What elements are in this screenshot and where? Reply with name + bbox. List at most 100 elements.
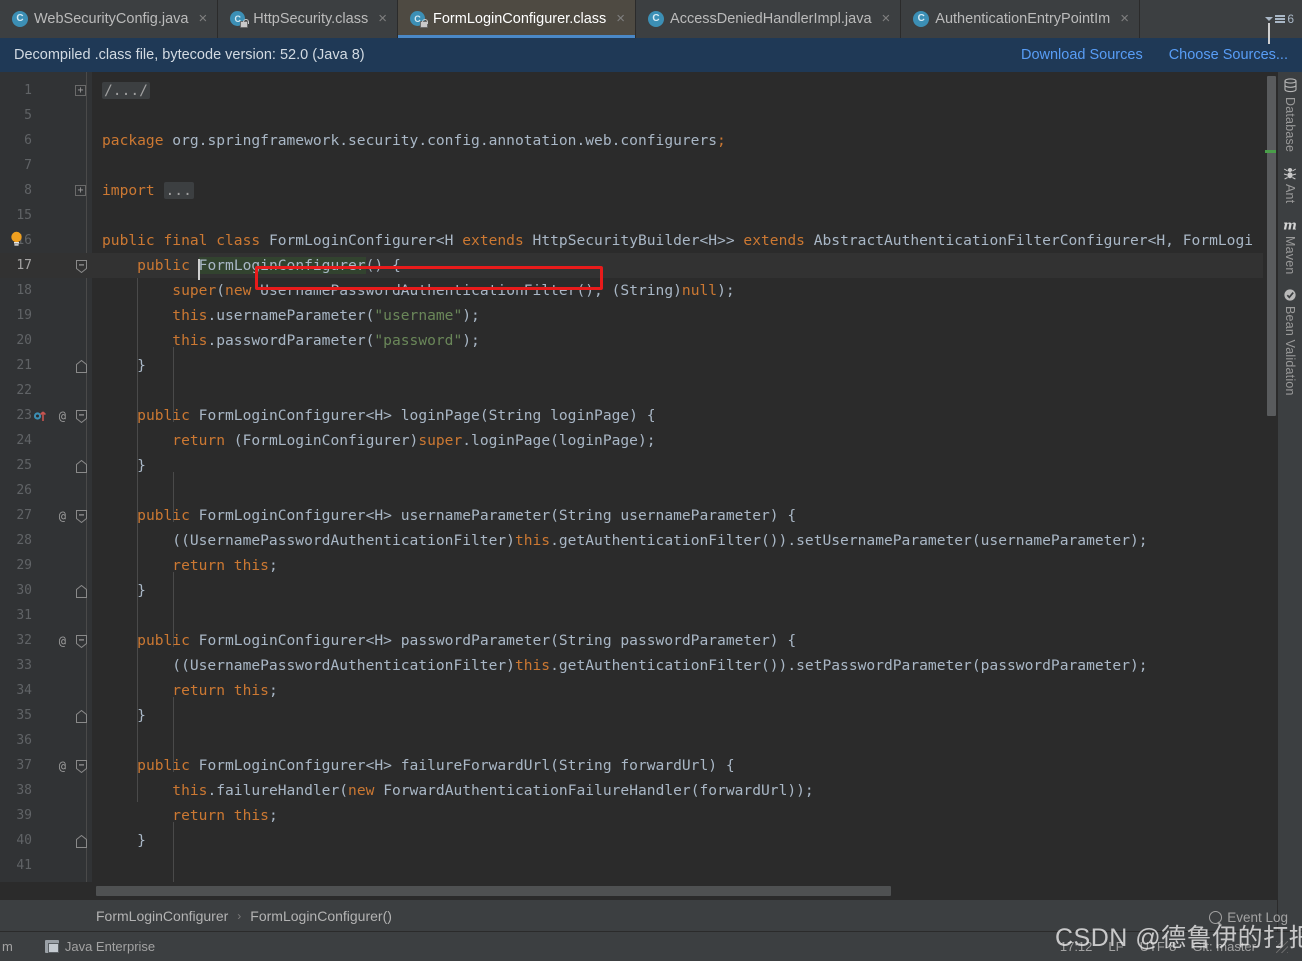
java-enterprise-icon (44, 940, 59, 953)
editor-tab-accessdeniedhandlerimpl[interactable]: C AccessDeniedHandlerImpl.java × (636, 0, 902, 38)
java-class-file-icon: C (409, 11, 429, 28)
fold-expand-icon[interactable]: + (75, 185, 86, 196)
close-icon[interactable]: × (374, 11, 389, 28)
fold-collapse-icon[interactable] (76, 409, 87, 423)
editor-tab-formloginconfigurer[interactable]: C FormLoginConfigurer.class × (397, 0, 637, 38)
tool-window-bean-validation[interactable]: Bean Validation (1283, 288, 1298, 396)
bean-validation-icon (1283, 288, 1298, 302)
tool-window-database[interactable]: Database (1283, 78, 1298, 152)
breadcrumb-item-class[interactable]: FormLoginConfigurer (96, 908, 228, 924)
editor-vertical-scrollbar[interactable] (1263, 72, 1277, 882)
resize-grip-icon[interactable] (1276, 940, 1288, 953)
overriding-method-icon[interactable] (33, 409, 46, 422)
tool-window-ant[interactable]: Ant (1283, 166, 1297, 204)
editor-area: 1 + 5 6 7 8 + 15 16 17 18 19 20 21 22 23… (0, 72, 1277, 931)
close-icon[interactable]: × (878, 11, 893, 28)
annotation-marker-icon[interactable]: @ (59, 509, 66, 523)
tool-window-label: Maven (1283, 235, 1297, 275)
code-line-20: this.passwordParameter("password"); (172, 332, 480, 349)
fold-end-icon[interactable] (76, 584, 87, 598)
gutter-line: 26 (16, 483, 32, 498)
intention-bulb-icon[interactable] (10, 231, 23, 247)
fold-collapse-icon[interactable] (76, 759, 87, 773)
status-bar-left: m Java Enterprise (0, 939, 155, 954)
gutter-line: 38 (16, 783, 32, 798)
status-bar-right: 17:12 LF UTF-8 Git: master (1060, 939, 1302, 954)
code-line-18: super(new UsernamePasswordAuthentication… (172, 282, 735, 299)
annotation-marker-icon[interactable]: @ (59, 634, 66, 648)
editor-tab-httpsecurity[interactable]: C HttpSecurity.class × (218, 0, 398, 38)
scrollbar-thumb-horizontal[interactable] (96, 886, 891, 896)
close-icon[interactable]: × (1116, 11, 1131, 28)
fold-end-icon[interactable] (76, 459, 87, 473)
event-log-button[interactable]: Event Log (1209, 910, 1288, 925)
code-line-1: /.../ (102, 82, 150, 99)
decompiled-class-banner: Decompiled .class file, bytecode version… (0, 38, 1302, 72)
code-line-24: return (FormLoginConfigurer)super.loginP… (172, 432, 656, 449)
fold-collapse-icon[interactable] (76, 634, 87, 648)
code-line-21: } (102, 357, 146, 374)
code-line-34: return this; (172, 682, 278, 699)
fold-end-icon[interactable] (76, 709, 87, 723)
gutter-line: 21 (0, 353, 92, 378)
code-line-38: this.failureHandler(new ForwardAuthentic… (172, 782, 814, 799)
editor-tab-websecurityconfig[interactable]: C WebSecurityConfig.java × (0, 0, 219, 38)
gutter-line: 25 (0, 453, 92, 478)
fold-expand-icon[interactable]: + (75, 85, 86, 96)
choose-sources-link[interactable]: Choose Sources... (1169, 47, 1288, 63)
fold-collapse-icon[interactable] (76, 509, 87, 523)
download-sources-link[interactable]: Download Sources (1021, 47, 1143, 63)
breadcrumb-item-method[interactable]: FormLoginConfigurer() (250, 908, 392, 924)
gutter-line: 27 @ (0, 503, 92, 528)
editor-horizontal-scrollbar[interactable] (0, 882, 1277, 899)
terminal-tool-window-label[interactable]: m (2, 939, 13, 954)
gutter-line: 32 @ (0, 628, 92, 653)
status-vcs-branch[interactable]: Git: master (1192, 939, 1256, 954)
gutter-line: 5 (24, 108, 32, 123)
code-line-30: } (102, 582, 146, 599)
list-icon (1275, 15, 1286, 23)
gutter-line: 29 (16, 558, 32, 573)
tool-window-maven[interactable]: m Maven (1282, 218, 1298, 275)
tab-list-overflow-button[interactable]: 6 (1257, 0, 1302, 44)
right-tool-window-bar: Database Ant m Maven Bean Validation (1277, 72, 1302, 931)
fold-end-icon[interactable] (76, 359, 87, 373)
status-line-separator[interactable]: LF (1108, 939, 1123, 954)
java-class-icon: C (648, 11, 665, 27)
close-icon[interactable]: × (612, 11, 627, 28)
status-time: 17:12 (1059, 939, 1093, 954)
gutter-line: 20 (16, 333, 32, 348)
status-encoding[interactable]: UTF-8 (1140, 939, 1177, 954)
annotation-marker-icon[interactable]: @ (59, 759, 66, 773)
code-line-28: ((UsernamePasswordAuthenticationFilter)t… (102, 532, 1148, 549)
code-editor[interactable]: /.../ package org.springframework.securi… (92, 72, 1263, 882)
fold-end-icon[interactable] (76, 834, 87, 848)
code-line-29: return this; (172, 557, 278, 574)
java-class-icon: C (913, 11, 930, 27)
editor-tab-authenticationentrypointimpl[interactable]: C AuthenticationEntryPointIm × (901, 0, 1140, 38)
gutter-line: 30 (0, 578, 92, 603)
breadcrumb: FormLoginConfigurer › FormLoginConfigure… (0, 899, 1277, 931)
code-line-17: public FormLoginConfigurer() { (92, 253, 1263, 278)
code-line-40: } (102, 832, 146, 849)
gutter-line: 24 (16, 433, 32, 448)
breadcrumb-separator-icon: › (237, 908, 242, 923)
close-icon[interactable]: × (194, 11, 209, 28)
code-line-27: public FormLoginConfigurer<H> usernamePa… (137, 507, 797, 524)
gutter-line: 6 (24, 133, 32, 148)
gutter-line: 35 (0, 703, 92, 728)
code-line-32: public FormLoginConfigurer<H> passwordPa… (137, 632, 797, 649)
scrollbar-thumb[interactable] (1267, 76, 1276, 416)
editor-viewport: 1 + 5 6 7 8 + 15 16 17 18 19 20 21 22 23… (0, 72, 1277, 882)
editor-tab-label: FormLoginConfigurer.class (432, 11, 607, 27)
editor-gutter[interactable]: 1 + 5 6 7 8 + 15 16 17 18 19 20 21 22 23… (0, 72, 92, 882)
tab-overflow-count: 6 (1287, 12, 1294, 26)
gutter-line: 22 (16, 383, 32, 398)
fold-collapse-icon[interactable] (76, 259, 87, 273)
annotation-marker-icon[interactable]: @ (59, 409, 66, 423)
event-log-icon (1209, 911, 1223, 924)
java-enterprise-tool-window[interactable]: Java Enterprise (44, 939, 155, 954)
code-line-8: import ... (102, 182, 194, 199)
